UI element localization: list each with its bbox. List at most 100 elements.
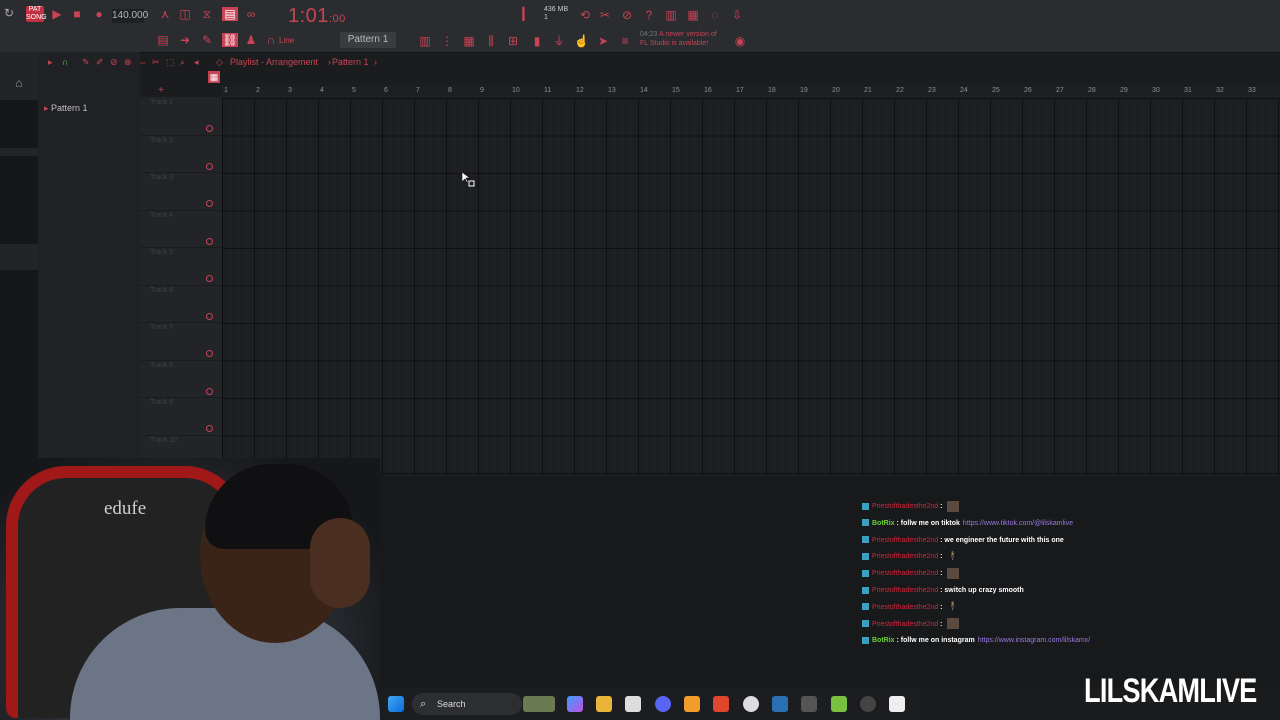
slice-tool-icon[interactable]: ✂ — [152, 57, 160, 68]
obs-icon[interactable] — [743, 696, 759, 712]
app-icon[interactable] — [801, 696, 817, 712]
mute-tool-icon[interactable]: ⊗ — [124, 57, 132, 68]
pencil-tool-icon[interactable]: ✎ — [82, 57, 90, 68]
track-mute-icon[interactable] — [206, 275, 213, 282]
track-mute-icon[interactable] — [206, 425, 213, 432]
select-tool-icon[interactable]: ⬚ — [166, 57, 175, 68]
update-notice[interactable]: 04:23 A newer version of FL Studio is ava… — [640, 30, 717, 48]
plug-icon[interactable]: ⏚ — [552, 34, 566, 48]
refresh-icon[interactable]: ↻ — [2, 6, 16, 20]
loop-record-icon[interactable]: ∞ — [244, 7, 258, 21]
breadcrumb-pattern[interactable]: Pattern 1 — [332, 57, 369, 67]
track-header[interactable]: Track 3 — [140, 172, 222, 211]
chat-username[interactable]: BotRix — [872, 637, 895, 644]
taskbar-search[interactable]: ⌕ Search — [412, 693, 522, 715]
tree-icon[interactable]: ⊞ — [506, 34, 520, 48]
slip-tool-icon[interactable]: ⇔ — [138, 57, 147, 67]
piano-roll-icon[interactable]: ▥ — [418, 34, 432, 48]
track-mute-icon[interactable] — [206, 350, 213, 357]
audio-app-icon[interactable] — [860, 696, 876, 712]
pattern-picker-icon[interactable]: ▦ — [208, 71, 220, 83]
undo-history-icon[interactable]: ⟲ — [578, 8, 592, 22]
link-icon[interactable]: ⛓ — [222, 33, 238, 47]
add-track-icon[interactable]: + — [154, 84, 168, 98]
chat-username[interactable]: Priestofthadesthe2nd — [872, 537, 938, 544]
touch-icon[interactable]: ☝ — [574, 34, 589, 48]
stamp-icon[interactable]: ♟ — [244, 33, 258, 47]
discord-icon[interactable] — [655, 696, 671, 712]
arrow-left-icon[interactable]: ▸ — [48, 57, 53, 68]
playlist-grid[interactable] — [222, 98, 1280, 476]
chat-username[interactable]: Priestofthadesthe2nd — [872, 587, 938, 594]
blend-notes-icon[interactable]: ▤ — [222, 7, 238, 21]
stop-icon[interactable]: ■ — [70, 7, 84, 21]
pat-song-toggle[interactable]: PAT SONG — [26, 6, 47, 22]
snap-label[interactable]: Line — [279, 36, 294, 45]
track-mute-icon[interactable] — [206, 312, 213, 320]
breadcrumb-root[interactable]: Playlist - Arrangement — [230, 57, 318, 67]
track-header[interactable]: Track 7 — [140, 322, 222, 361]
wait-record-icon[interactable]: ◫ — [178, 7, 192, 21]
playlist-icon[interactable]: ▤ — [156, 33, 170, 47]
steam-icon[interactable] — [772, 696, 788, 712]
metronome-icon[interactable]: ⋏ — [158, 7, 172, 21]
chat-icon[interactable]: ◌ — [708, 8, 722, 22]
playback-tool-icon[interactable]: ◂ — [194, 57, 199, 68]
delete-tool-icon[interactable]: ⊘ — [110, 57, 118, 68]
chat-username[interactable]: Priestofthadesthe2nd — [872, 553, 938, 560]
chat-link[interactable]: https://www.tiktok.com/@lilskamlive — [963, 520, 1073, 527]
magnet-icon[interactable]: ∩ — [264, 33, 278, 47]
mixer-icon[interactable]: ▥ — [664, 8, 678, 22]
mixer-faders-icon[interactable]: ⫼ — [484, 34, 498, 48]
tempo-display[interactable]: 140.000 — [112, 9, 148, 23]
channel-rack-icon[interactable]: ▦ — [686, 8, 700, 22]
widgets-icon[interactable] — [523, 696, 555, 712]
track-mute-icon[interactable] — [206, 200, 213, 207]
file-explorer-icon[interactable] — [596, 696, 612, 712]
track-header[interactable]: Track 9 — [140, 397, 222, 436]
track-header[interactable]: Track 6 — [140, 285, 222, 323]
plugin-icon[interactable]: ▮ — [530, 34, 544, 48]
track-header[interactable]: Track 1 — [140, 97, 222, 136]
tuner-icon[interactable]: ≡ — [618, 34, 632, 48]
magnet-snap-icon[interactable]: ∩ — [62, 57, 68, 67]
fl-logo-icon[interactable]: ◉ — [733, 34, 747, 48]
track-header[interactable]: Track 2 — [140, 135, 222, 173]
pattern-selector[interactable]: Pattern 1 — [340, 32, 396, 48]
chat-username[interactable]: Priestofthadesthe2nd — [872, 604, 938, 611]
browser-toggle-icon[interactable]: ⌂ — [12, 76, 26, 90]
browser-icon[interactable]: ▦ — [462, 34, 476, 48]
chat-username[interactable]: Priestofthadesthe2nd — [872, 503, 938, 510]
paint-tool-icon[interactable]: ✐ — [96, 57, 104, 68]
track-mute-icon[interactable] — [206, 162, 213, 170]
capcut-icon[interactable] — [889, 696, 905, 712]
pencil-icon[interactable]: ✎ — [200, 33, 214, 47]
chat-link[interactable]: https://www.instagram.com/lilskamx/ — [978, 637, 1090, 644]
track-mute-icon[interactable] — [206, 125, 213, 132]
step-seq-icon[interactable]: ⋮ — [440, 34, 454, 48]
windows-start-icon[interactable] — [388, 696, 404, 712]
bluestacks-icon[interactable] — [831, 696, 847, 712]
play-icon[interactable]: ▶ — [50, 7, 64, 21]
send-icon[interactable]: ➤ — [596, 34, 610, 48]
cut-icon[interactable]: ✂ — [598, 8, 612, 22]
mic-icon[interactable]: ⊘ — [620, 8, 634, 22]
zoom-tool-icon[interactable]: ⌕ — [180, 57, 185, 68]
help-icon[interactable]: ? — [642, 8, 656, 22]
copilot-icon[interactable] — [567, 696, 583, 712]
track-header[interactable]: Track 8 — [140, 360, 222, 398]
chat-username[interactable]: BotRix — [872, 520, 895, 527]
track-header[interactable]: Track 5 — [140, 247, 222, 286]
download-icon[interactable]: ⇩ — [730, 8, 744, 22]
time-display[interactable]: 1:01:00 — [288, 5, 346, 28]
record-icon[interactable]: ● — [92, 7, 106, 21]
pattern-list-item[interactable]: Pattern 1 — [44, 103, 88, 114]
track-header[interactable]: Track 4 — [140, 210, 222, 248]
fl-studio-icon[interactable] — [684, 696, 700, 712]
track-mute-icon[interactable] — [206, 237, 213, 245]
arrow-icon[interactable]: ➜ — [178, 33, 192, 47]
chat-username[interactable]: Priestofthadesthe2nd — [872, 621, 938, 628]
countdown-icon[interactable]: ⧖ — [200, 7, 214, 21]
track-mute-icon[interactable] — [206, 387, 213, 395]
chat-username[interactable]: Priestofthadesthe2nd — [872, 570, 938, 577]
